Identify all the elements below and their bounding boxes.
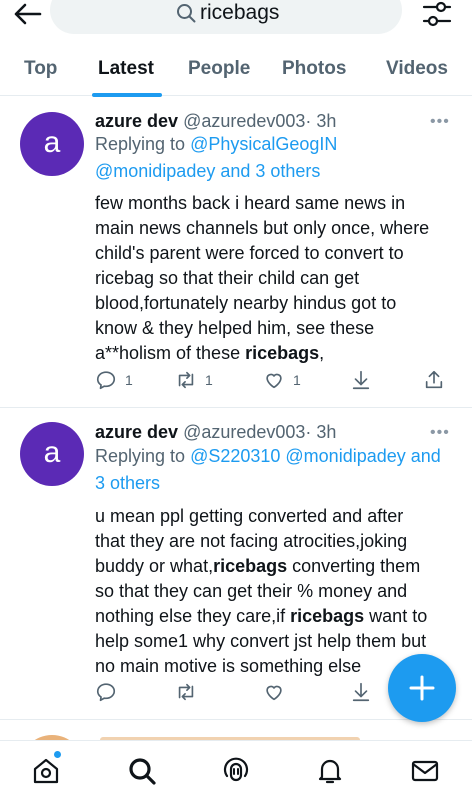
heart-icon	[266, 685, 282, 701]
search-icon	[177, 4, 196, 23]
tab-videos[interactable]: Videos	[386, 58, 448, 80]
others-link[interactable]: 3 others	[95, 473, 160, 493]
search-icon	[129, 758, 156, 785]
others-link[interactable]: and 3 others	[215, 161, 320, 181]
search-filter-button[interactable]	[422, 0, 452, 28]
save-button[interactable]	[350, 367, 372, 393]
arrow-left-icon	[14, 3, 42, 25]
top-bar: ricebags	[0, 0, 472, 40]
nav-explore[interactable]	[127, 756, 157, 786]
tweet-header: azure dev @azuredev003· 3h	[95, 422, 336, 443]
tweet-text: few months back i heard same news in mai…	[95, 191, 460, 366]
retweet-count: 1	[205, 372, 213, 388]
reply-icon	[96, 683, 116, 702]
tweet-time: · 3h	[305, 111, 337, 131]
author-handle[interactable]: @azuredev003	[183, 422, 305, 442]
tweet-text-part: few months back i heard same news in mai…	[95, 193, 430, 363]
replying-to-label: Replying to	[95, 134, 191, 154]
home-notification-dot	[54, 751, 61, 758]
reply-button[interactable]: 1	[95, 367, 133, 393]
reply-count: 1	[125, 372, 133, 388]
nav-notifications[interactable]	[315, 756, 345, 786]
home-icon	[33, 758, 59, 784]
mention-link[interactable]: @PhysicalGeogIN	[190, 134, 337, 154]
spaces-icon	[223, 757, 249, 782]
like-count: 1	[293, 372, 301, 388]
nav-spaces[interactable]	[221, 756, 251, 786]
tweet-text-part: ,	[319, 343, 325, 363]
download-icon	[352, 370, 370, 390]
avatar[interactable]: a	[20, 112, 84, 176]
retweet-button[interactable]: 1	[175, 367, 213, 393]
tweet-text: u mean ppl getting converted and after t…	[95, 504, 460, 679]
heart-icon	[266, 373, 282, 389]
download-icon	[352, 682, 370, 702]
replying-to: Replying to @PhysicalGeogIN @monidipadey…	[95, 131, 455, 185]
filter-sliders-icon	[422, 1, 452, 27]
compose-tweet-button[interactable]	[388, 654, 456, 722]
like-button[interactable]	[263, 679, 285, 705]
mention-link[interactable]: @S220310 @monidipadey	[190, 446, 406, 466]
plus-icon	[409, 675, 435, 701]
search-query: ricebags	[200, 1, 280, 24]
share-button[interactable]	[423, 367, 445, 393]
avatar[interactable]: a	[20, 422, 84, 486]
search-tabs: Top Latest People Photos Videos	[0, 48, 472, 97]
retweet-button[interactable]	[175, 679, 197, 705]
like-button[interactable]: 1	[263, 367, 301, 393]
reply-icon	[96, 371, 116, 390]
tab-photos[interactable]: Photos	[282, 58, 346, 80]
back-button[interactable]	[12, 2, 42, 26]
mail-icon	[411, 760, 439, 782]
tweet-actions: 1 1 1	[95, 367, 455, 393]
more-options-button[interactable]: •••	[430, 424, 450, 442]
tweet-time: · 3h	[305, 422, 337, 442]
author-name[interactable]: azure dev	[95, 422, 178, 442]
search-input[interactable]: ricebags	[50, 0, 402, 34]
reply-button[interactable]	[95, 679, 117, 705]
nav-messages[interactable]	[410, 756, 440, 786]
replying-to: Replying to @S220310 @monidipadey and 3 …	[95, 443, 455, 497]
author-handle[interactable]: @azuredev003	[183, 111, 305, 131]
tab-latest[interactable]: Latest	[98, 58, 154, 80]
tab-top[interactable]: Top	[24, 58, 57, 80]
more-options-button[interactable]: •••	[430, 113, 450, 131]
replying-to-label: Replying to	[95, 446, 191, 466]
nav-home[interactable]	[31, 756, 61, 786]
search-highlight: ricebags	[213, 556, 288, 576]
tweet-header: azure dev @azuredev003· 3h	[95, 111, 336, 132]
search-highlight: ricebags	[245, 343, 320, 363]
tab-people[interactable]: People	[188, 58, 250, 80]
tweet[interactable]: a azure dev @azuredev003· 3h ••• Replyin…	[0, 97, 472, 408]
retweet-icon	[178, 371, 194, 389]
save-button[interactable]	[350, 679, 372, 705]
search-highlight: ricebags	[290, 606, 365, 626]
bell-icon	[318, 759, 342, 784]
bottom-navigation	[0, 740, 472, 800]
mention-link[interactable]: @monidipadey	[95, 161, 215, 181]
retweet-icon	[178, 683, 194, 701]
share-icon	[425, 370, 443, 389]
author-name[interactable]: azure dev	[95, 111, 178, 131]
others-link[interactable]: and	[406, 446, 441, 466]
